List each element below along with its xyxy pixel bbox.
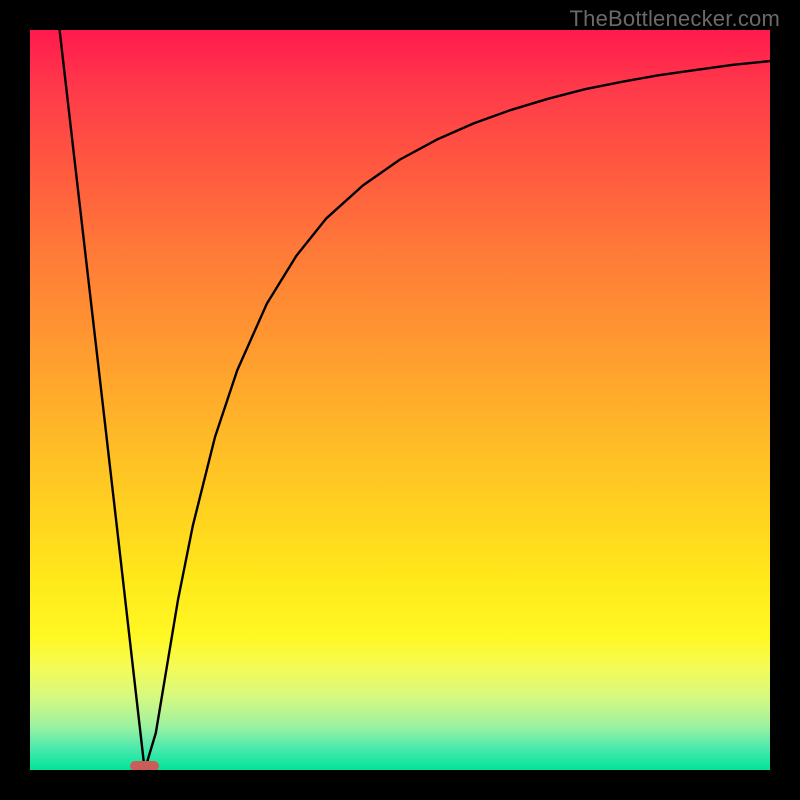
optimal-marker [130, 761, 160, 770]
curve-layer [30, 30, 770, 770]
plot-area [30, 30, 770, 770]
watermark-text: TheBottlenecker.com [570, 6, 780, 32]
bottleneck-curve [60, 30, 770, 770]
chart-frame: TheBottlenecker.com [0, 0, 800, 800]
